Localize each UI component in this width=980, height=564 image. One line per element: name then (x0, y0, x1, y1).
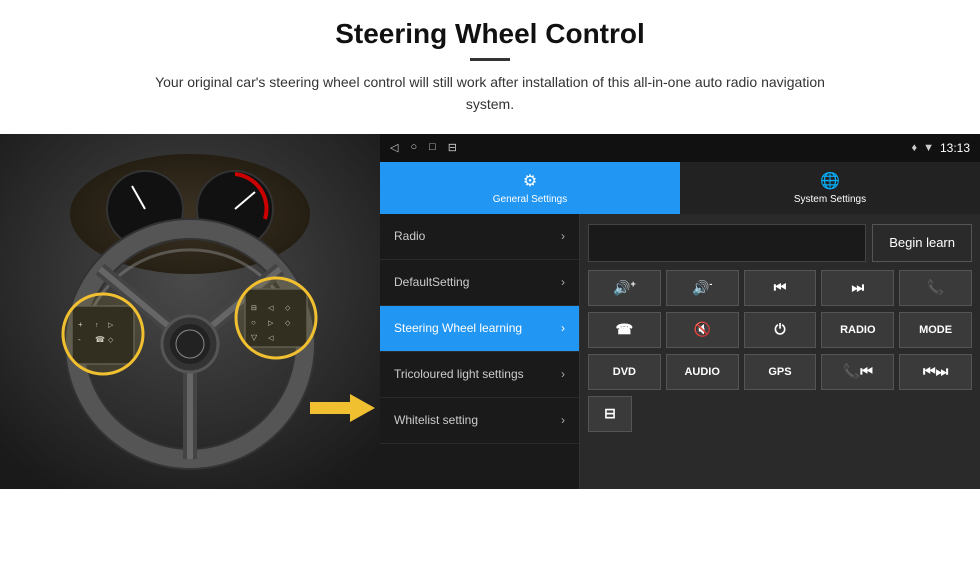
audio-button[interactable]: AUDIO (666, 354, 739, 390)
button-row-3: DVD AUDIO GPS 📞⏮ ⏮⏭ (588, 354, 972, 390)
title-divider (470, 58, 510, 61)
empty-display-box (588, 224, 866, 262)
settings-menu: Radio › DefaultSetting › Steering Wheel … (380, 214, 580, 489)
menu-default-label: DefaultSetting (394, 275, 561, 289)
home-icon[interactable]: ○ (410, 141, 417, 154)
back-icon[interactable]: ◁ (390, 141, 398, 154)
button-row-1: 🔊+ 🔊- ⏮ ⏭ 📞 (588, 270, 972, 306)
answer-button[interactable]: ☎ (588, 312, 661, 348)
power-icon: ⏻ (774, 321, 785, 338)
menu-tricoloured-label: Tricoloured light settings (394, 367, 561, 381)
header-subtitle: Your original car's steering wheel contr… (140, 71, 840, 116)
phone-prev-icon: 📞⏮ (843, 363, 873, 380)
sw-wrapper: + ↑ - ☎ ▷ ◇ ⊟ ◁ ◇ ○ ▷ ◇ ▽ ◁ (0, 134, 380, 489)
radio-label: RADIO (840, 324, 875, 336)
dvd-button[interactable]: DVD (588, 354, 661, 390)
clock: 13:13 (940, 141, 970, 155)
menu-item-whitelist[interactable]: Whitelist setting › (380, 398, 579, 444)
phone-icon: 📞 (927, 279, 944, 296)
tab-general-settings[interactable]: ⚙ General Settings (380, 162, 680, 214)
page-title: Steering Wheel Control (60, 18, 920, 50)
menu-whitelist-label: Whitelist setting (394, 413, 561, 427)
location-icon: ♦ (911, 142, 917, 154)
mute-button[interactable]: 🔇 (666, 312, 739, 348)
power-button[interactable]: ⏻ (744, 312, 817, 348)
button-row-2: ☎ 🔇 ⏻ RADIO MODE (588, 312, 972, 348)
menu-icon[interactable]: ⊟ (448, 141, 457, 154)
tab-bar: ⚙ General Settings 🌐 System Settings (380, 162, 980, 214)
tab-system-label: System Settings (794, 194, 866, 205)
gear-icon: ⚙ (523, 171, 537, 191)
list-button[interactable]: ⊟ (588, 396, 632, 432)
status-bar: ◁ ○ □ ⊟ ♦ ▼ 13:13 (380, 134, 980, 162)
prev-track-button[interactable]: ⏮ (744, 270, 817, 306)
control-panel: Begin learn 🔊+ 🔊- ⏮ ⏭ (580, 214, 980, 489)
phone-button[interactable]: 📞 (899, 270, 972, 306)
volume-up-icon: 🔊+ (613, 279, 636, 297)
recents-icon[interactable]: □ (429, 141, 436, 154)
volume-up-button[interactable]: 🔊+ (588, 270, 661, 306)
button-row-4: ⊟ (588, 396, 972, 432)
mute-icon: 🔇 (693, 321, 710, 338)
menu-item-steering[interactable]: Steering Wheel learning › (380, 306, 579, 352)
tab-general-label: General Settings (493, 194, 568, 205)
chevron-icon: › (561, 413, 565, 427)
mode-label: MODE (919, 324, 952, 336)
wifi-icon: ▼ (923, 142, 934, 154)
menu-item-default[interactable]: DefaultSetting › (380, 260, 579, 306)
chevron-icon: › (561, 367, 565, 381)
audio-label: AUDIO (684, 366, 719, 378)
answer-icon: ☎ (616, 321, 633, 338)
menu-item-tricoloured[interactable]: Tricoloured light settings › (380, 352, 579, 398)
radio-button[interactable]: RADIO (821, 312, 894, 348)
dvd-label: DVD (613, 366, 636, 378)
page-header: Steering Wheel Control Your original car… (0, 0, 980, 126)
prev-icon: ⏮ (774, 279, 787, 296)
main-content: + ↑ - ☎ ▷ ◇ ⊟ ◁ ◇ ○ ▷ ◇ ▽ ◁ (0, 134, 980, 489)
menu-steering-label: Steering Wheel learning (394, 321, 561, 335)
gps-button[interactable]: GPS (744, 354, 817, 390)
top-row: Begin learn (588, 222, 972, 264)
steering-wheel-image: + ↑ - ☎ ▷ ◇ ⊟ ◁ ◇ ○ ▷ ◇ ▽ ◁ (0, 134, 380, 489)
volume-down-button[interactable]: 🔊- (666, 270, 739, 306)
prev-next-button[interactable]: ⏮⏭ (899, 354, 972, 390)
ui-panel: ◁ ○ □ ⊟ ♦ ▼ 13:13 ⚙ General Settings 🌐 S… (380, 134, 980, 489)
chevron-icon: › (561, 229, 565, 243)
chevron-icon-active: › (561, 321, 565, 335)
next-track-button[interactable]: ⏭ (821, 270, 894, 306)
mode-button[interactable]: MODE (899, 312, 972, 348)
menu-radio-label: Radio (394, 229, 561, 243)
begin-learn-button[interactable]: Begin learn (872, 224, 972, 262)
next-icon: ⏭ (851, 279, 864, 296)
steering-wheel-svg: + ↑ - ☎ ▷ ◇ ⊟ ◁ ◇ ○ ▷ ◇ ▽ ◁ (0, 134, 380, 489)
gps-label: GPS (768, 366, 791, 378)
chevron-icon: › (561, 275, 565, 289)
globe-icon: 🌐 (820, 171, 840, 191)
android-nav-icons: ◁ ○ □ ⊟ (390, 141, 457, 154)
volume-down-icon: 🔊- (692, 279, 712, 297)
status-indicators: ♦ ▼ 13:13 (911, 141, 970, 155)
settings-content: Radio › DefaultSetting › Steering Wheel … (380, 214, 980, 489)
list-icon: ⊟ (604, 405, 616, 422)
tab-system-settings[interactable]: 🌐 System Settings (680, 162, 980, 214)
phone-prev-button[interactable]: 📞⏮ (821, 354, 894, 390)
menu-item-radio[interactable]: Radio › (380, 214, 579, 260)
prev-next-icon: ⏮⏭ (923, 363, 948, 380)
